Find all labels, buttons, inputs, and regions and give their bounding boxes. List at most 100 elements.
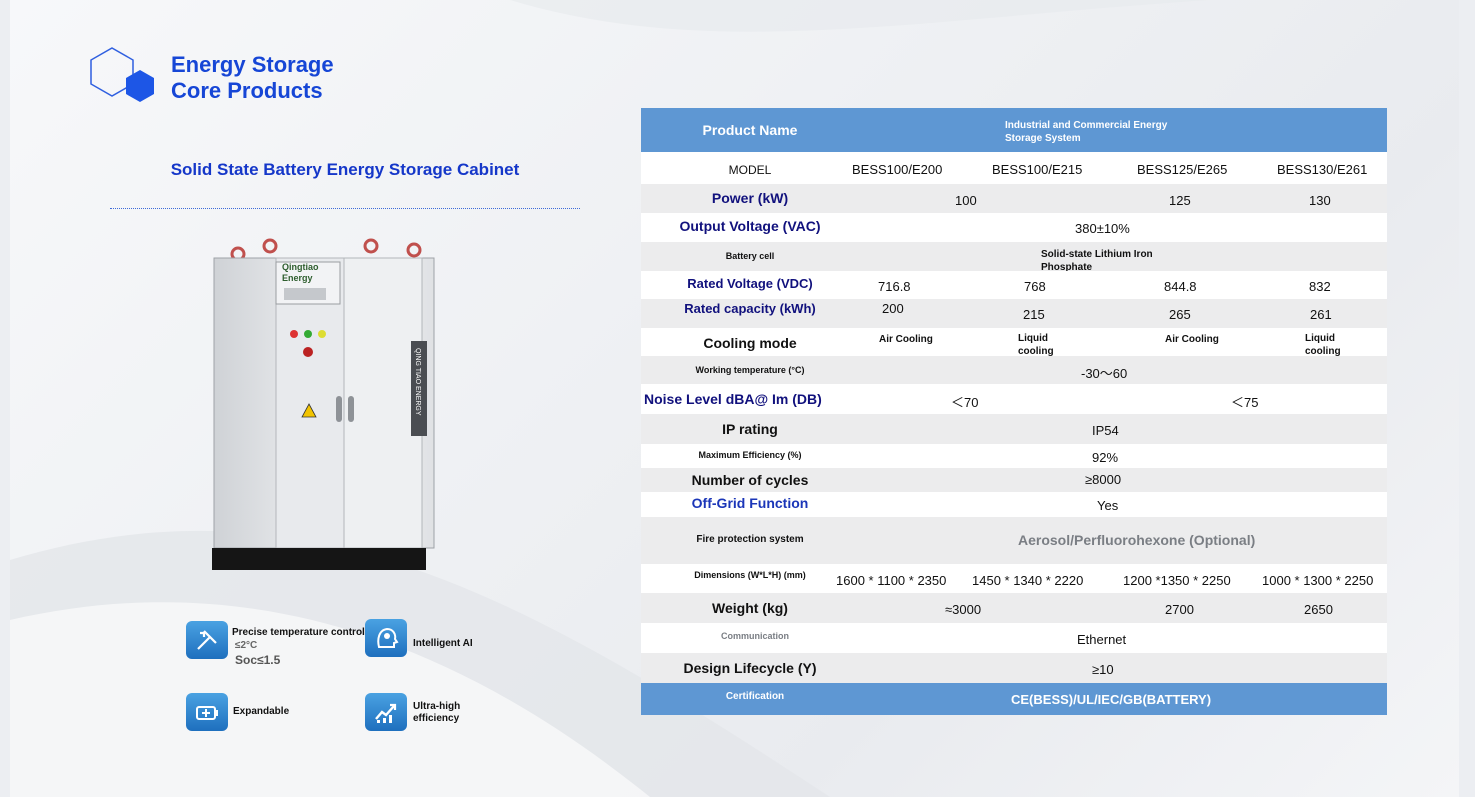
power-value-3: 130 <box>1309 193 1331 208</box>
battery-cell-label: Battery cell <box>725 251 775 261</box>
weight-value-3: 2650 <box>1304 602 1333 617</box>
rated-voltage-label: Rated Voltage (VDC) <box>687 276 813 291</box>
feature-label-efficiency: Ultra-high efficiency <box>413 701 460 725</box>
lifecycle-value: ≥10 <box>1092 662 1114 677</box>
table-row-output-voltage: Output Voltage (VAC) 380±10% <box>641 213 1387 242</box>
table-row-weight: Weight (kg) ≈3000 2700 2650 <box>641 593 1387 623</box>
header-value-line-2: Storage System <box>1005 133 1081 144</box>
table-row-lifecycle: Design Lifecycle (Y) ≥10 <box>641 653 1387 683</box>
efficiency-value: 92% <box>1092 450 1119 465</box>
cooling-label: Cooling mode <box>703 335 797 351</box>
ai-head-icon <box>365 619 407 657</box>
feature-label-temperature: Precise temperature control <box>232 627 365 638</box>
feature-extra-soc: Soc≤1.5 <box>235 653 281 667</box>
table-row-offgrid: Off-Grid Function Yes <box>641 492 1387 517</box>
dimensions-value-2: 1450 * 1340 * 2220 <box>972 573 1084 588</box>
power-value-2: 125 <box>1169 193 1191 208</box>
weight-value-1: ≈3000 <box>945 602 982 617</box>
cooling-value-4: Liquid cooling <box>1305 332 1341 358</box>
table-row-fire: Fire protection system Aerosol/Perfluoro… <box>641 517 1387 564</box>
feature-extra-temperature: ≤2°C <box>235 640 258 651</box>
brand-line-1: Energy Storage <box>171 52 334 77</box>
offgrid-value: Yes <box>1097 498 1119 513</box>
model-value-2: BESS100/E215 <box>992 162 1083 177</box>
dimensions-label: Dimensions (W*L*H) (mm) <box>694 570 806 580</box>
weight-value-2: 2700 <box>1165 602 1194 617</box>
table-row-model: MODEL BESS100/E200 BESS100/E215 BESS125/… <box>641 152 1387 184</box>
brand-line-2: Core Products <box>171 78 323 103</box>
ip-label: IP rating <box>722 421 778 437</box>
model-value-1: BESS100/E200 <box>852 162 943 177</box>
feature-efficiency-line-2: efficiency <box>413 713 460 724</box>
dimensions-value-4: 1000 * 1300 * 2250 <box>1262 573 1374 588</box>
communication-label: Communication <box>720 631 789 641</box>
output-voltage-value: 380±10% <box>1075 221 1130 236</box>
certification-value: CE(BESS)/UL/IEC/GB(BATTERY) <box>1011 692 1212 707</box>
dimensions-value-3: 1200 *1350 * 2250 <box>1123 573 1231 588</box>
model-value-3: BESS125/E265 <box>1137 162 1228 177</box>
rated-voltage-value-4: 832 <box>1309 279 1331 294</box>
rated-voltage-value-3: 844.8 <box>1164 279 1197 294</box>
rated-capacity-value-2: 215 <box>1023 307 1045 322</box>
feature-label-expandable: Expandable <box>233 706 290 717</box>
model-value-4: BESS130/E261 <box>1277 162 1368 177</box>
table-row-rated-voltage: Rated Voltage (VDC) 716.8 768 844.8 832 <box>641 271 1387 299</box>
growth-chart-icon <box>365 693 407 731</box>
cooling-value-4-line-1: Liquid <box>1305 333 1335 344</box>
dimensions-value-1: 1600 * 1100 * 2350 <box>836 573 947 588</box>
table-row-certification: Certification CE(BESS)/UL/IEC/GB(BATTERY… <box>641 683 1387 715</box>
slide: Energy Storage Core Products Solid State… <box>10 0 1459 797</box>
power-value-1: 100 <box>955 193 977 208</box>
cabinet-side-text: QING TIAO ENERGY <box>414 348 421 416</box>
cooling-value-1: Air Cooling <box>879 334 933 345</box>
table-row-communication: Communication Ethernet <box>641 623 1387 653</box>
certification-label: Certification <box>725 691 785 702</box>
efficiency-label: Maximum Efficiency (%) <box>698 450 802 460</box>
power-label: Power (kW) <box>711 190 789 206</box>
table-row-noise: Noise Level dBA@ Im (DB) ＜70 ＜75 <box>641 384 1387 414</box>
battery-cell-value-line-1: Solid-state Lithium Iron <box>1041 249 1153 260</box>
cycles-label: Number of cycles <box>691 472 809 488</box>
brand-title: Energy Storage Core Products <box>171 52 334 104</box>
rated-capacity-value-1: 200 <box>882 301 904 316</box>
table-header-row: Product Name Industrial and Commercial E… <box>641 108 1387 152</box>
battery-cabinet-image: Qingtiao Energy QING TIAO ENERGY <box>212 238 435 570</box>
feature-label-ai: Intelligent AI <box>413 638 473 649</box>
feature-efficiency-line-1: Ultra-high <box>413 701 461 712</box>
cooling-value-3: Air Cooling <box>1165 334 1219 345</box>
rated-voltage-value-1: 716.8 <box>878 279 911 294</box>
cycles-value: ≥8000 <box>1085 472 1122 487</box>
header-value-line-1: Industrial and Commercial Energy <box>1005 120 1168 131</box>
table-row-battery-cell: Battery cell Solid-state Lithium Iron Ph… <box>641 242 1387 273</box>
weight-label: Weight (kg) <box>712 600 788 616</box>
cooling-value-2-line-1: Liquid <box>1018 333 1048 344</box>
cooling-value-2: Liquid cooling <box>1018 332 1054 358</box>
table-row-dimensions: Dimensions (W*L*H) (mm) 1600 * 1100 * 23… <box>641 564 1387 593</box>
noise-value-2: ＜75 <box>1231 395 1259 410</box>
fire-value: Aerosol/Perfluorohexone (Optional) <box>1018 532 1256 548</box>
rated-voltage-value-2: 768 <box>1024 279 1046 294</box>
cabinet-brand-line-1: Qingtiao <box>282 262 319 272</box>
header-value: Industrial and Commercial Energy Storage… <box>1005 119 1167 145</box>
hexagon-logo-icon <box>90 47 154 102</box>
working-temperature-value: -30～60 <box>1081 366 1128 381</box>
table-row-power: Power (kW) 100 125 130 <box>641 184 1387 213</box>
communication-value: Ethernet <box>1077 632 1127 647</box>
model-label: MODEL <box>728 163 772 177</box>
table-row-efficiency: Maximum Efficiency (%) 92% <box>641 444 1387 468</box>
product-title: Solid State Battery Energy Storage Cabin… <box>170 160 520 179</box>
rated-capacity-value-3: 265 <box>1169 307 1191 322</box>
table-row-cooling: Cooling mode Air Cooling Liquid cooling … <box>641 328 1387 358</box>
noise-value-1: ＜70 <box>951 395 979 410</box>
title-divider <box>110 208 580 209</box>
ip-value: IP54 <box>1092 423 1119 438</box>
working-temperature-label: Working temperature (°C) <box>695 365 805 375</box>
lifecycle-label: Design Lifecycle (Y) <box>683 660 817 676</box>
rated-capacity-label: Rated capacity (kWh) <box>684 301 816 316</box>
table-row-working-temperature: Working temperature (°C) -30～60 <box>641 356 1387 384</box>
offgrid-label: Off-Grid Function <box>691 495 809 511</box>
table-row-rated-capacity: Rated capacity (kWh) 200 215 265 261 <box>641 299 1387 328</box>
header-label: Product Name <box>702 122 798 138</box>
battery-plus-icon <box>186 693 228 731</box>
tools-icon <box>186 621 228 659</box>
